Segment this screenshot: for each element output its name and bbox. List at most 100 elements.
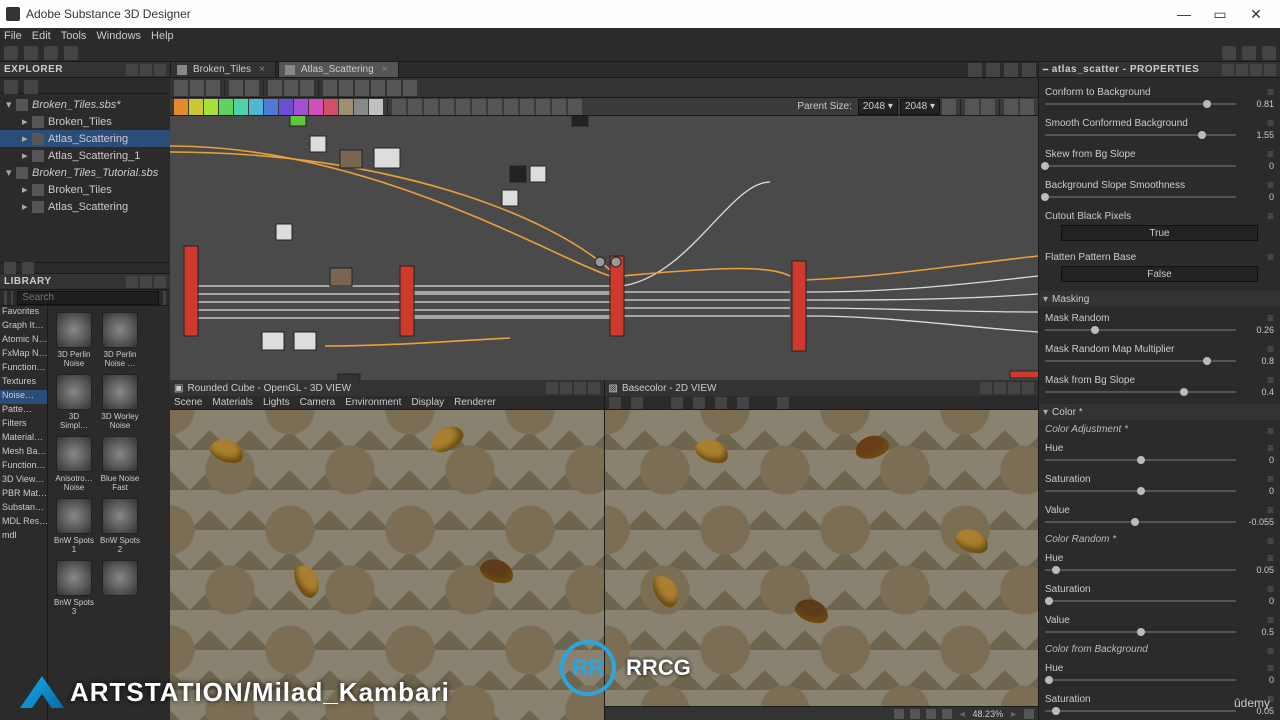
frame-icon[interactable] bbox=[403, 80, 417, 96]
property-slider[interactable]: 0 bbox=[1045, 192, 1274, 202]
panel-menu-icon[interactable] bbox=[560, 382, 572, 394]
library-category[interactable]: 3D View… bbox=[0, 474, 47, 488]
panel-menu-icon[interactable] bbox=[994, 382, 1006, 394]
graph-tab[interactable]: Broken_Tiles× bbox=[170, 61, 276, 77]
channel-icon[interactable] bbox=[671, 397, 683, 409]
property-menu-icon[interactable]: ≡ bbox=[1267, 644, 1274, 658]
property-menu-icon[interactable]: ≡ bbox=[1267, 503, 1274, 517]
property-slider[interactable]: 0 bbox=[1045, 486, 1274, 496]
library-item[interactable]: 3D Perlin Noise bbox=[54, 312, 94, 368]
link-icon[interactable] bbox=[339, 80, 353, 96]
node-graph-canvas[interactable] bbox=[170, 116, 1038, 380]
timing-icon[interactable] bbox=[965, 99, 979, 115]
undo-icon[interactable] bbox=[1222, 46, 1236, 60]
property-menu-icon[interactable]: ≡ bbox=[1267, 342, 1274, 356]
redo-icon[interactable] bbox=[1242, 46, 1256, 60]
node-icon[interactable] bbox=[520, 99, 534, 115]
node-icon[interactable] bbox=[456, 99, 470, 115]
property-menu-icon[interactable]: ≡ bbox=[1267, 613, 1274, 627]
property-menu-icon[interactable]: ≡ bbox=[1267, 116, 1274, 130]
search-icon[interactable] bbox=[163, 291, 166, 305]
node-icon[interactable] bbox=[504, 99, 518, 115]
timing-icon[interactable] bbox=[981, 99, 995, 115]
view3d-menu-item[interactable]: Environment bbox=[345, 397, 401, 408]
view3d-menu-item[interactable]: Lights bbox=[263, 397, 290, 408]
property-menu-icon[interactable]: ≡ bbox=[1267, 424, 1274, 438]
property-menu-icon[interactable]: ≡ bbox=[1267, 692, 1274, 706]
property-slider[interactable]: 0.4 bbox=[1045, 387, 1274, 397]
panel-menu-icon[interactable] bbox=[126, 276, 138, 288]
refresh-icon[interactable] bbox=[1262, 46, 1276, 60]
palette-swatch[interactable] bbox=[219, 99, 233, 115]
node-icon[interactable] bbox=[424, 99, 438, 115]
node-icon[interactable] bbox=[440, 99, 454, 115]
info-icon[interactable] bbox=[926, 709, 936, 719]
snap-icon[interactable] bbox=[300, 80, 314, 96]
refresh-icon[interactable] bbox=[942, 99, 956, 115]
library-category[interactable]: Textures bbox=[0, 376, 47, 390]
panel-menu-icon[interactable] bbox=[1236, 64, 1248, 76]
property-menu-icon[interactable]: ≡ bbox=[1267, 209, 1274, 223]
maximize-button[interactable]: ▭ bbox=[1202, 6, 1238, 23]
property-menu-icon[interactable]: ≡ bbox=[1267, 85, 1274, 99]
library-item[interactable]: BnW Spots 2 bbox=[100, 498, 140, 554]
library-item[interactable] bbox=[100, 560, 140, 616]
channel-icon[interactable] bbox=[737, 397, 749, 409]
menu-item[interactable]: Tools bbox=[61, 30, 87, 42]
property-slider[interactable]: 0.05 bbox=[1045, 565, 1274, 575]
library-category[interactable]: mdl bbox=[0, 530, 47, 544]
explorer-tool-icon[interactable] bbox=[24, 80, 38, 94]
info-icon[interactable] bbox=[910, 709, 920, 719]
library-category[interactable]: Function… bbox=[0, 460, 47, 474]
panel-expand-icon[interactable] bbox=[1008, 382, 1020, 394]
panel-expand-icon[interactable] bbox=[1250, 64, 1262, 76]
graph-tab[interactable]: Atlas_Scattering× bbox=[278, 61, 399, 77]
panel-close-icon[interactable] bbox=[154, 276, 166, 288]
grid-icon[interactable] bbox=[268, 80, 282, 96]
library-item[interactable]: Blue Noise Fast bbox=[100, 436, 140, 492]
node-icon[interactable] bbox=[392, 99, 406, 115]
library-item[interactable]: 3D Simpl… bbox=[54, 374, 94, 430]
library-category[interactable]: FxMap N… bbox=[0, 348, 47, 362]
palette-swatch[interactable] bbox=[234, 99, 248, 115]
info-icon[interactable] bbox=[4, 262, 16, 274]
palette-swatch[interactable] bbox=[174, 99, 188, 115]
view3d-menu-item[interactable]: Scene bbox=[174, 397, 202, 408]
property-menu-icon[interactable]: ≡ bbox=[1267, 311, 1274, 325]
tree-graph-item[interactable]: ▸Atlas_Scattering bbox=[0, 198, 170, 215]
explorer-tool-icon[interactable] bbox=[4, 80, 18, 94]
library-category[interactable]: Favorites bbox=[0, 306, 47, 320]
library-category[interactable]: Substan… bbox=[0, 502, 47, 516]
node-icon[interactable] bbox=[536, 99, 550, 115]
palette-swatch[interactable] bbox=[354, 99, 368, 115]
library-item[interactable]: Anisotro… Noise bbox=[54, 436, 94, 492]
property-slider[interactable]: 0.05 bbox=[1045, 706, 1274, 716]
view3d-menu-item[interactable]: Camera bbox=[300, 397, 336, 408]
node-icon[interactable] bbox=[472, 99, 486, 115]
histogram-icon[interactable] bbox=[777, 397, 789, 409]
tab-action-icon[interactable] bbox=[1022, 63, 1036, 77]
panel-close-icon[interactable] bbox=[1022, 382, 1034, 394]
tree-package[interactable]: ▾Broken_Tiles.sbs* bbox=[0, 96, 170, 113]
info-icon[interactable] bbox=[942, 709, 952, 719]
minimize-button[interactable]: — bbox=[1166, 6, 1202, 22]
property-slider[interactable]: 0.81 bbox=[1045, 99, 1274, 109]
palette-swatch[interactable] bbox=[339, 99, 353, 115]
palette-swatch[interactable] bbox=[264, 99, 278, 115]
menu-item[interactable]: Help bbox=[151, 30, 174, 42]
palette-swatch[interactable] bbox=[324, 99, 338, 115]
pin-icon[interactable]: ⎯ bbox=[1043, 64, 1049, 75]
tab-action-icon[interactable] bbox=[1004, 63, 1018, 77]
property-slider[interactable]: -0.055 bbox=[1045, 517, 1274, 527]
property-section-header[interactable]: ▾Masking bbox=[1039, 291, 1280, 307]
property-menu-icon[interactable]: ≡ bbox=[1267, 472, 1274, 486]
frame-icon[interactable] bbox=[387, 80, 401, 96]
palette-swatch[interactable] bbox=[369, 99, 383, 115]
library-category[interactable]: Function… bbox=[0, 362, 47, 376]
link-icon[interactable] bbox=[323, 80, 337, 96]
library-category[interactable]: PBR Mat… bbox=[0, 488, 47, 502]
pin-icon[interactable] bbox=[546, 382, 558, 394]
pin-icon[interactable] bbox=[980, 382, 992, 394]
lock-icon[interactable] bbox=[1024, 709, 1034, 719]
library-item[interactable]: BnW Spots 1 bbox=[54, 498, 94, 554]
